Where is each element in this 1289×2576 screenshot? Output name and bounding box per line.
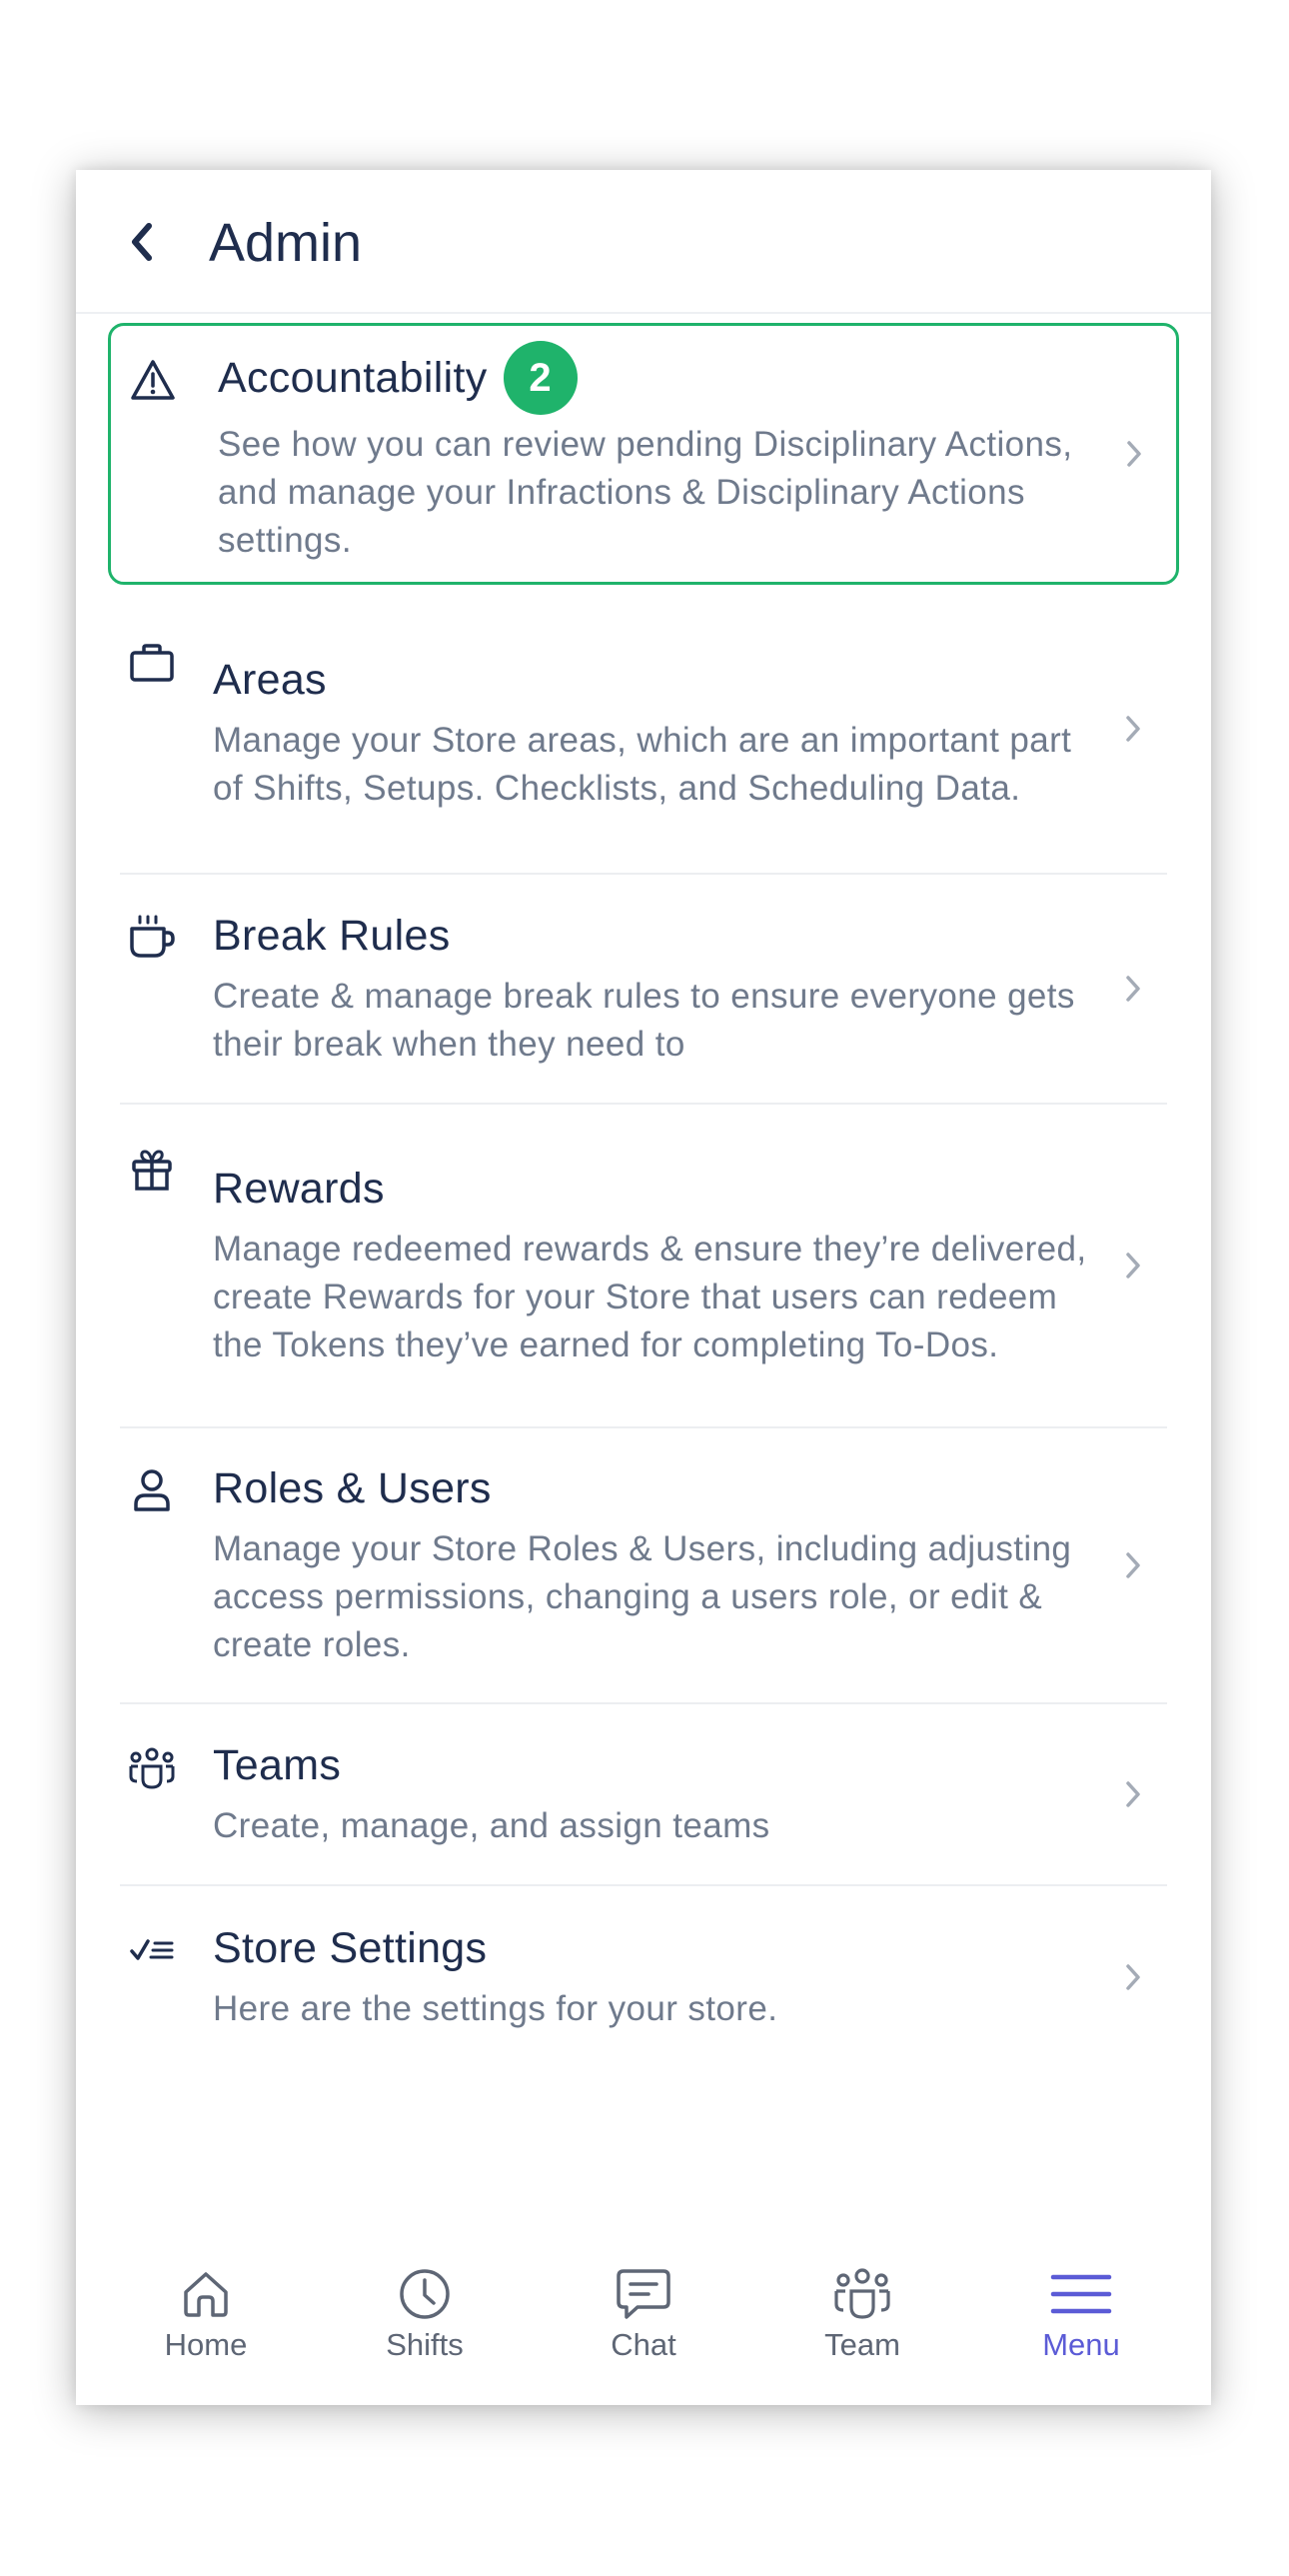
tab-team[interactable]: Team <box>792 2255 932 2405</box>
admin-item-title: Break Rules <box>213 912 451 960</box>
tab-chat[interactable]: Chat <box>574 2255 713 2405</box>
admin-item-description: Here are the settings for your store. <box>213 1989 778 2028</box>
header-bar: Admin <box>76 170 1211 314</box>
back-button[interactable] <box>120 220 164 264</box>
tab-label: Chat <box>611 2327 676 2362</box>
team-icon <box>126 1742 178 1794</box>
admin-item-title: Rewards <box>213 1165 385 1213</box>
chevron-right-icon <box>1115 1959 1151 1995</box>
admin-item-description: Create & manage break rules to ensure ev… <box>213 977 1075 1064</box>
admin-item-description: Create, manage, and assign teams <box>213 1806 770 1845</box>
admin-item-description: Manage your Store Roles & Users, includi… <box>213 1529 1072 1664</box>
notification-badge: 2 <box>503 341 578 415</box>
chevron-right-icon <box>1115 1248 1151 1284</box>
checklist-icon <box>126 1924 178 1976</box>
admin-item-description: Manage redeemed rewards & ensure they’re… <box>213 1230 1087 1364</box>
page-title: Admin <box>209 213 363 273</box>
admin-item-title: Areas <box>213 656 327 704</box>
tab-shifts[interactable]: Shifts <box>355 2255 495 2405</box>
tab-home[interactable]: Home <box>136 2255 276 2405</box>
chevron-right-icon <box>1115 1776 1151 1812</box>
admin-item-description: Manage your Store areas, which are an im… <box>213 721 1072 808</box>
tab-label: Shifts <box>386 2327 464 2362</box>
admin-item-description: See how you can review pending Disciplin… <box>218 425 1073 560</box>
tab-label: Menu <box>1042 2327 1120 2362</box>
admin-item-title: Roles & Users <box>213 1464 492 1512</box>
admin-item-store-settings[interactable]: Store Settings Here are the settings for… <box>120 1886 1167 2068</box>
tab-menu[interactable]: Menu <box>1011 2255 1151 2405</box>
admin-menu-list: Accountability 2 See how you can review … <box>76 323 1211 2068</box>
admin-item-title: Teams <box>213 1741 342 1789</box>
admin-item-break-rules[interactable]: Break Rules Create & manage break rules … <box>120 875 1167 1105</box>
user-icon <box>126 1464 178 1516</box>
tab-label: Home <box>164 2327 248 2362</box>
chevron-right-icon <box>1115 711 1151 747</box>
briefcase-icon <box>126 637 178 689</box>
admin-item-areas[interactable]: Areas Manage your Store areas, which are… <box>120 585 1167 875</box>
chat-icon <box>613 2263 674 2325</box>
admin-item-roles-users[interactable]: Roles & Users Manage your Store Roles & … <box>120 1428 1167 1704</box>
chevron-right-icon <box>1115 971 1151 1007</box>
admin-item-title: Accountability <box>218 354 488 402</box>
tab-label: Team <box>824 2327 900 2362</box>
admin-item-teams[interactable]: Teams Create, manage, and assign teams <box>120 1704 1167 1886</box>
coffee-cup-icon <box>126 911 178 963</box>
warning-triangle-icon <box>127 354 179 406</box>
chevron-right-icon <box>1115 1547 1151 1583</box>
admin-item-title: Store Settings <box>213 1924 488 1972</box>
menu-icon <box>1050 2263 1112 2325</box>
clock-icon <box>394 2263 456 2325</box>
chevron-right-icon <box>1116 436 1152 472</box>
admin-item-accountability[interactable]: Accountability 2 See how you can review … <box>108 323 1179 585</box>
gift-icon <box>126 1145 178 1197</box>
home-icon <box>175 2263 237 2325</box>
bottom-tab-bar: Home Shifts Chat Team Menu <box>76 2255 1211 2405</box>
phone-screen: Admin Accountability 2 See how you can r… <box>76 170 1211 2405</box>
chevron-left-icon <box>132 223 152 261</box>
team-icon <box>831 2263 893 2325</box>
admin-item-rewards[interactable]: Rewards Manage redeemed rewards & ensure… <box>120 1105 1167 1428</box>
